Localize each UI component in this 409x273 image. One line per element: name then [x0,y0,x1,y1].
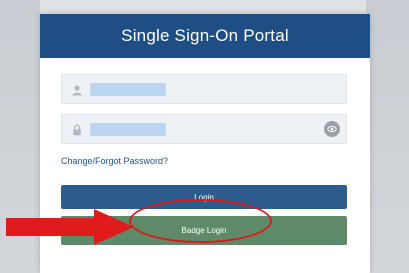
background-strip [40,0,366,14]
portal-header: Single Sign-On Portal [40,14,370,58]
username-value [90,83,166,96]
username-field[interactable] [61,74,347,104]
eye-icon [327,125,337,133]
forgot-password-link[interactable]: Change/Forgot Password? [61,156,168,166]
user-icon [71,83,83,96]
password-field[interactable] [61,114,347,144]
highlight-ellipse [129,199,272,243]
portal-title: Single Sign-On Portal [121,26,289,45]
show-password-button[interactable] [324,121,340,137]
lock-icon [71,123,83,136]
right-arrow-icon [6,209,134,245]
password-value [90,123,166,136]
